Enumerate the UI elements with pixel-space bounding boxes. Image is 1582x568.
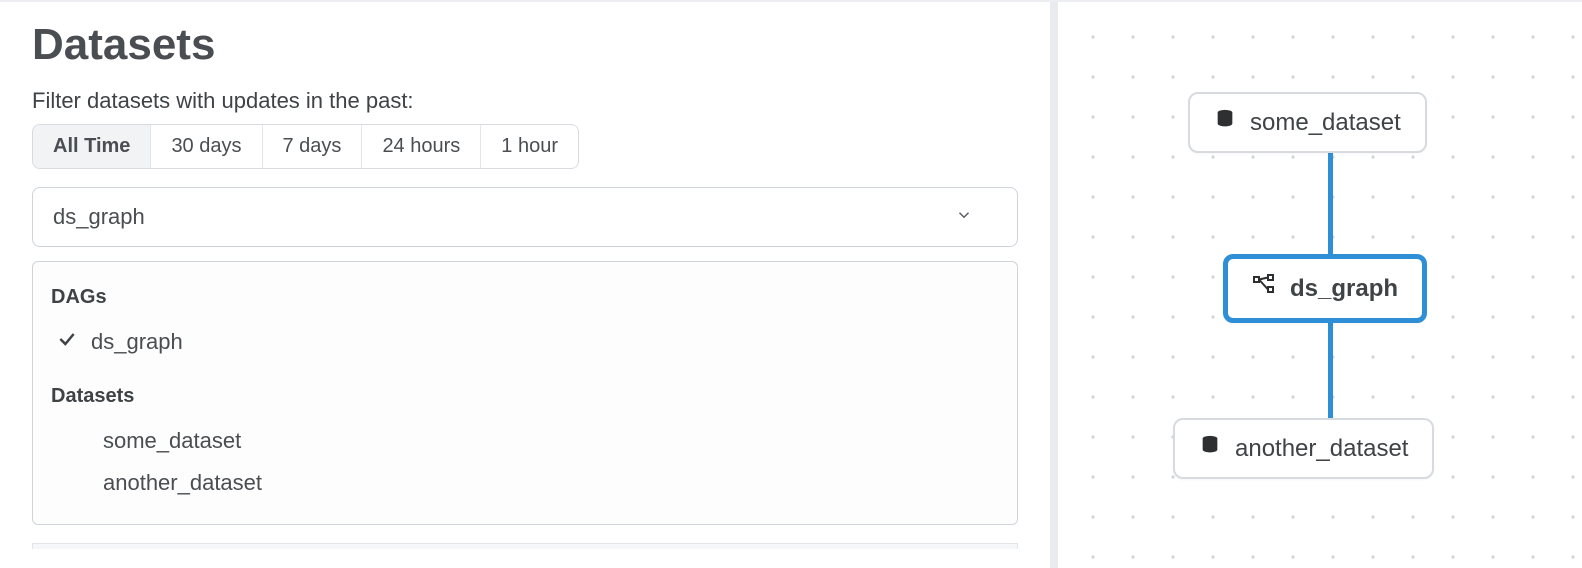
graph-node-label: another_dataset — [1235, 435, 1408, 463]
chevron-down-icon — [955, 204, 973, 230]
filter-label: Filter datasets with updates in the past… — [32, 88, 1018, 114]
graph-edge — [1328, 152, 1333, 256]
graph-icon — [1252, 273, 1276, 304]
page-title: Datasets — [32, 20, 1018, 70]
dag-row[interactable]: ds_graph — [51, 321, 1009, 363]
database-icon — [1214, 108, 1236, 137]
time-filter-24-hours[interactable]: 24 hours — [362, 125, 481, 168]
graph-canvas[interactable]: some_dataset ds_graph another_dataset — [1050, 2, 1582, 568]
datasets-panel: Datasets Filter datasets with updates in… — [0, 2, 1050, 568]
graph-node-dataset[interactable]: another_dataset — [1173, 418, 1434, 479]
graph-node-dag[interactable]: ds_graph — [1223, 254, 1427, 323]
dataset-row-label: another_dataset — [103, 470, 262, 496]
time-filter-group: All Time 30 days 7 days 24 hours 1 hour — [32, 124, 579, 169]
check-icon — [57, 329, 77, 355]
time-filter-7-days[interactable]: 7 days — [263, 125, 363, 168]
dags-header: DAGs — [51, 286, 1009, 309]
graph-node-label: some_dataset — [1250, 109, 1401, 137]
graph-node-dataset[interactable]: some_dataset — [1188, 92, 1427, 153]
graph-node-label: ds_graph — [1290, 275, 1398, 303]
dataset-row-label: some_dataset — [103, 428, 241, 454]
panel-divider — [32, 543, 1018, 549]
time-filter-all-time[interactable]: All Time — [33, 125, 151, 168]
dag-row-label: ds_graph — [91, 329, 183, 355]
dataset-row[interactable]: another_dataset — [51, 462, 1009, 504]
dataset-select[interactable]: ds_graph — [32, 187, 1018, 247]
results-panel: DAGs ds_graph Datasets some_dataset anot… — [32, 261, 1018, 525]
dataset-select-value: ds_graph — [53, 204, 145, 230]
graph-edge — [1328, 322, 1333, 420]
time-filter-30-days[interactable]: 30 days — [151, 125, 262, 168]
database-icon — [1199, 434, 1221, 463]
time-filter-1-hour[interactable]: 1 hour — [481, 125, 578, 168]
datasets-header: Datasets — [51, 385, 1009, 408]
dataset-row[interactable]: some_dataset — [51, 420, 1009, 462]
